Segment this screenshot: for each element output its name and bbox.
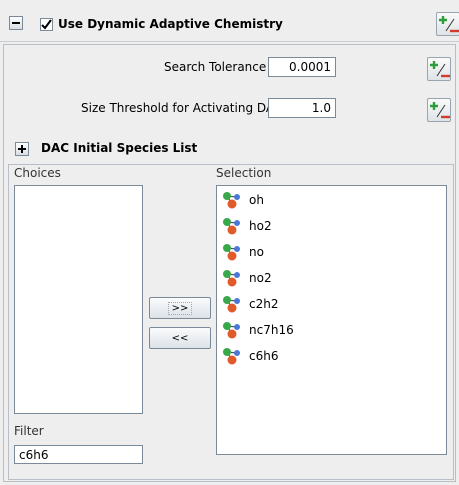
species-name: ho2 — [249, 219, 272, 233]
species-item[interactable]: no2 — [221, 266, 272, 290]
plus-minus-button-threshold[interactable] — [427, 98, 451, 122]
search-tolerance-input[interactable]: 0.0001 — [268, 57, 336, 77]
species-item[interactable]: c2h2 — [221, 292, 278, 316]
size-threshold-input[interactable]: 1.0 — [268, 98, 336, 118]
add-species-button[interactable]: >> — [149, 297, 211, 319]
plus-minus-button-header[interactable] — [436, 12, 459, 36]
molecule-icon — [223, 348, 240, 365]
search-tolerance-label: Search Tolerance — [164, 60, 267, 74]
size-threshold-label: Size Threshold for Activating DAC — [81, 101, 283, 115]
molecule-icon — [223, 296, 240, 313]
molecule-icon — [223, 322, 240, 339]
species-name: c2h2 — [249, 297, 279, 311]
plus-minus-icon — [430, 102, 450, 119]
remove-species-label: << — [171, 332, 189, 344]
species-name: nc7h16 — [249, 323, 294, 337]
species-item[interactable]: ho2 — [221, 214, 272, 238]
choices-label: Choices — [14, 166, 61, 180]
collapse-button[interactable] — [9, 16, 23, 30]
molecule-icon — [223, 218, 240, 235]
selection-label: Selection — [216, 166, 272, 180]
expand-species-button[interactable] — [15, 142, 29, 156]
species-section-title: DAC Initial Species List — [41, 141, 198, 155]
molecule-icon — [223, 192, 240, 209]
species-item[interactable]: nc7h16 — [221, 318, 294, 342]
plus-icon — [18, 145, 26, 153]
minus-icon — [12, 22, 20, 24]
species-name: c6h6 — [249, 349, 279, 363]
species-item[interactable]: c6h6 — [221, 344, 278, 368]
plus-minus-icon — [430, 61, 450, 78]
species-name: no — [249, 245, 264, 259]
checkmark-icon — [41, 19, 52, 30]
add-species-label: >> — [167, 301, 193, 315]
species-item[interactable]: oh — [221, 188, 264, 212]
plus-minus-icon — [439, 16, 459, 33]
molecule-icon — [223, 244, 240, 261]
selection-list[interactable]: oh ho2 no no2 c2h2 nc7h16 c6h6 — [216, 185, 447, 455]
species-name: oh — [249, 193, 264, 207]
filter-input[interactable]: c6h6 — [14, 445, 143, 464]
choices-list[interactable] — [14, 185, 143, 414]
header-divider — [0, 41, 459, 42]
filter-label: Filter — [14, 424, 44, 438]
species-item[interactable]: no — [221, 240, 264, 264]
species-name: no2 — [249, 271, 272, 285]
plus-minus-button-tolerance[interactable] — [427, 57, 451, 81]
dac-title: Use Dynamic Adaptive Chemistry — [58, 17, 283, 31]
dac-checkbox[interactable] — [40, 18, 53, 31]
remove-species-button[interactable]: << — [149, 327, 211, 349]
molecule-icon — [223, 270, 240, 287]
